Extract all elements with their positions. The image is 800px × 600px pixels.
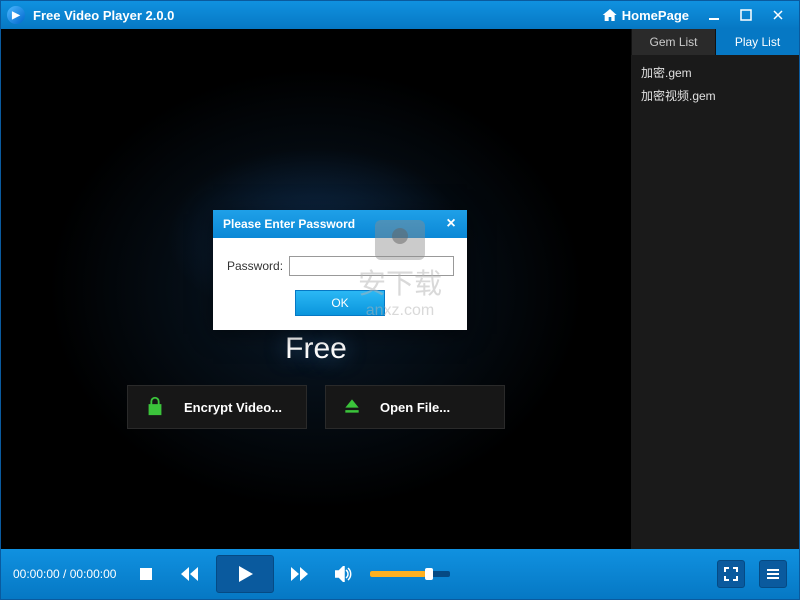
password-input[interactable] [289,256,454,276]
modal-overlay: Please Enter Password × Password: OK [0,0,800,600]
dialog-close-button[interactable]: × [441,214,461,234]
dialog-titlebar: Please Enter Password × [213,210,467,238]
dialog-body: Password: OK [213,238,467,330]
password-label: Password: [227,259,283,273]
dialog-title: Please Enter Password [223,217,355,231]
ok-button[interactable]: OK [295,290,385,316]
password-dialog: Please Enter Password × Password: OK [213,210,467,330]
close-icon: × [446,215,455,233]
password-row: Password: [227,256,453,276]
